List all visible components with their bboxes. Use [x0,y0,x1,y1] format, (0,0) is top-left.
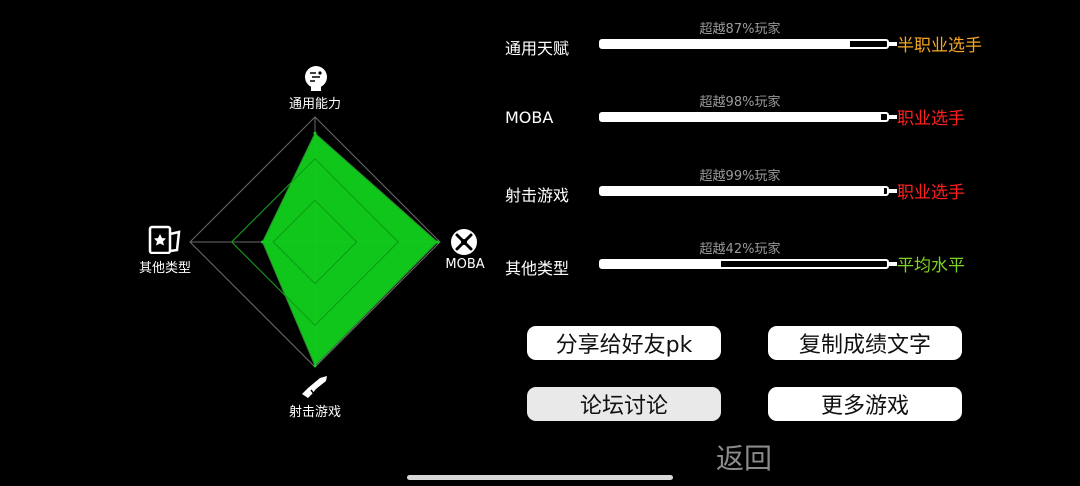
radar-point-shooter [313,364,317,368]
radar-value-area [261,132,439,367]
progress-fill [601,261,722,267]
stat-row: 通用天赋 超越87%玩家半职业选手 [505,22,1005,75]
progress-fill [601,114,882,120]
result-screen: 通用能力 MOBA 射击游戏 其他类型 通用天赋 超越87%玩家半职业选手 MOBA… [0,0,1080,486]
stat-name: 其他类型 [505,259,570,278]
radar-label-shooter: 射击游戏 [288,405,342,420]
sword-icon [451,229,477,255]
radar-point-other [261,240,264,244]
progress-fill [601,41,850,47]
stat-percent: 超越42%玩家 [699,242,781,257]
radar-label-moba: MOBA [445,257,485,272]
stat-name: 通用天赋 [505,39,570,58]
share-pk-button[interactable]: 分享给好友pk [527,326,721,360]
more-games-button[interactable]: 更多游戏 [768,387,962,421]
level-badge: 平均水平 [897,256,965,276]
stat-percent: 超越98%玩家 [699,95,781,110]
progress-connector [889,262,897,266]
radar-label-other: 其他类型 [138,261,192,276]
radar-chart [189,116,441,368]
progress-connector [889,115,897,119]
level-badge: 职业选手 [897,109,965,129]
radar-point-moba [436,240,439,244]
progress-bar [599,259,889,269]
home-indicator[interactable] [407,475,673,480]
forum-button[interactable]: 论坛讨论 [527,387,721,421]
progress-connector [889,189,897,193]
back-button[interactable]: 返回 [716,437,772,477]
progress-bar [599,112,889,122]
progress-fill [601,188,885,194]
stat-row: 其他类型 超越42%玩家平均水平 [505,242,1005,295]
radar-label-general: 通用能力 [288,97,342,112]
progress-bar [599,186,889,196]
gun-icon [302,376,327,398]
stat-percent: 超越87%玩家 [699,22,781,37]
card-icon [148,225,181,254]
stat-percent: 超越99%玩家 [699,169,781,184]
head-icon [305,66,327,91]
stat-row: MOBA 超越98%玩家职业选手 [505,95,1005,148]
radar-point-general [313,131,317,135]
stat-row: 射击游戏 超越99%玩家职业选手 [505,169,1005,222]
stat-name: MOBA [505,108,554,127]
level-badge: 职业选手 [897,183,965,203]
stat-name: 射击游戏 [505,186,570,205]
progress-connector [889,42,897,46]
level-badge: 半职业选手 [897,36,982,56]
progress-bar [599,39,889,49]
copy-result-button[interactable]: 复制成绩文字 [768,326,962,360]
